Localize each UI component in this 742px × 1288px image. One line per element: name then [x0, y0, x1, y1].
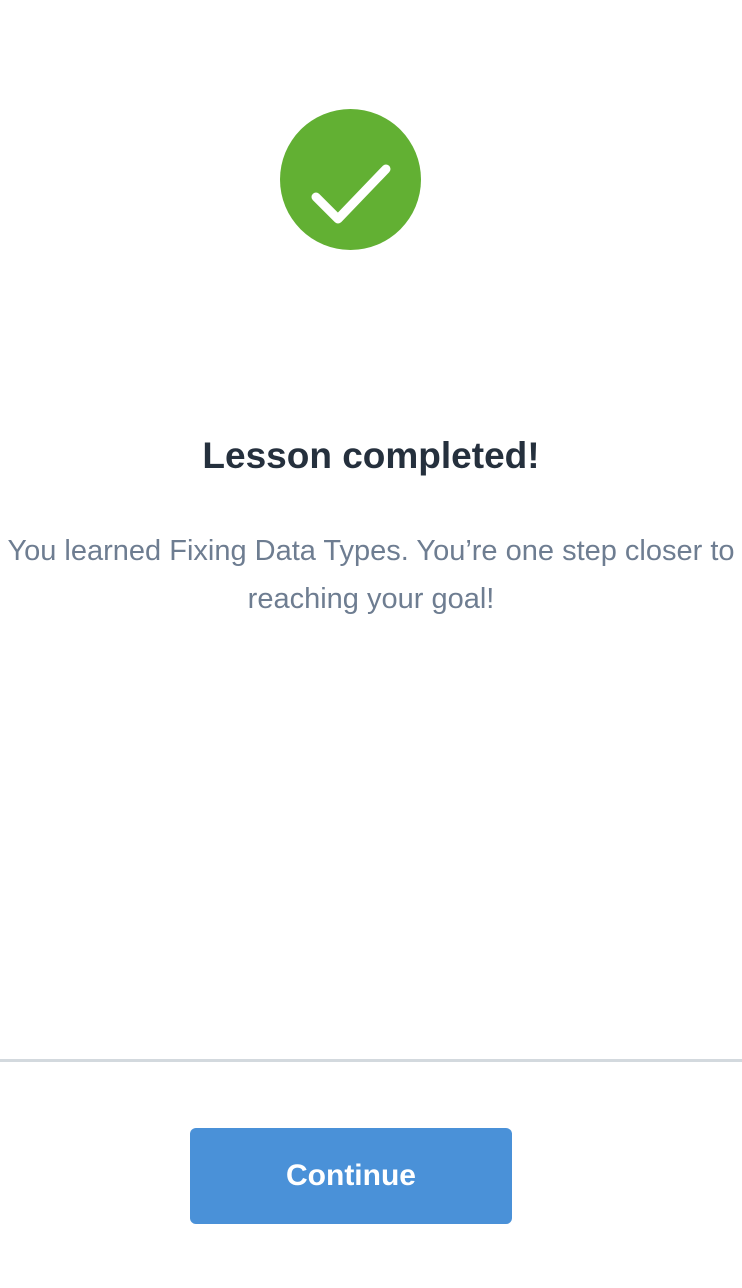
success-checkmark-icon [280, 109, 421, 250]
lesson-completed-title: Lesson completed! [202, 435, 540, 476]
continue-button[interactable]: Continue [190, 1128, 512, 1224]
lesson-completed-message: You learned Fixing Data Types. You’re on… [7, 535, 735, 615]
footer-divider [0, 1059, 742, 1062]
checkmark-icon [311, 164, 391, 224]
